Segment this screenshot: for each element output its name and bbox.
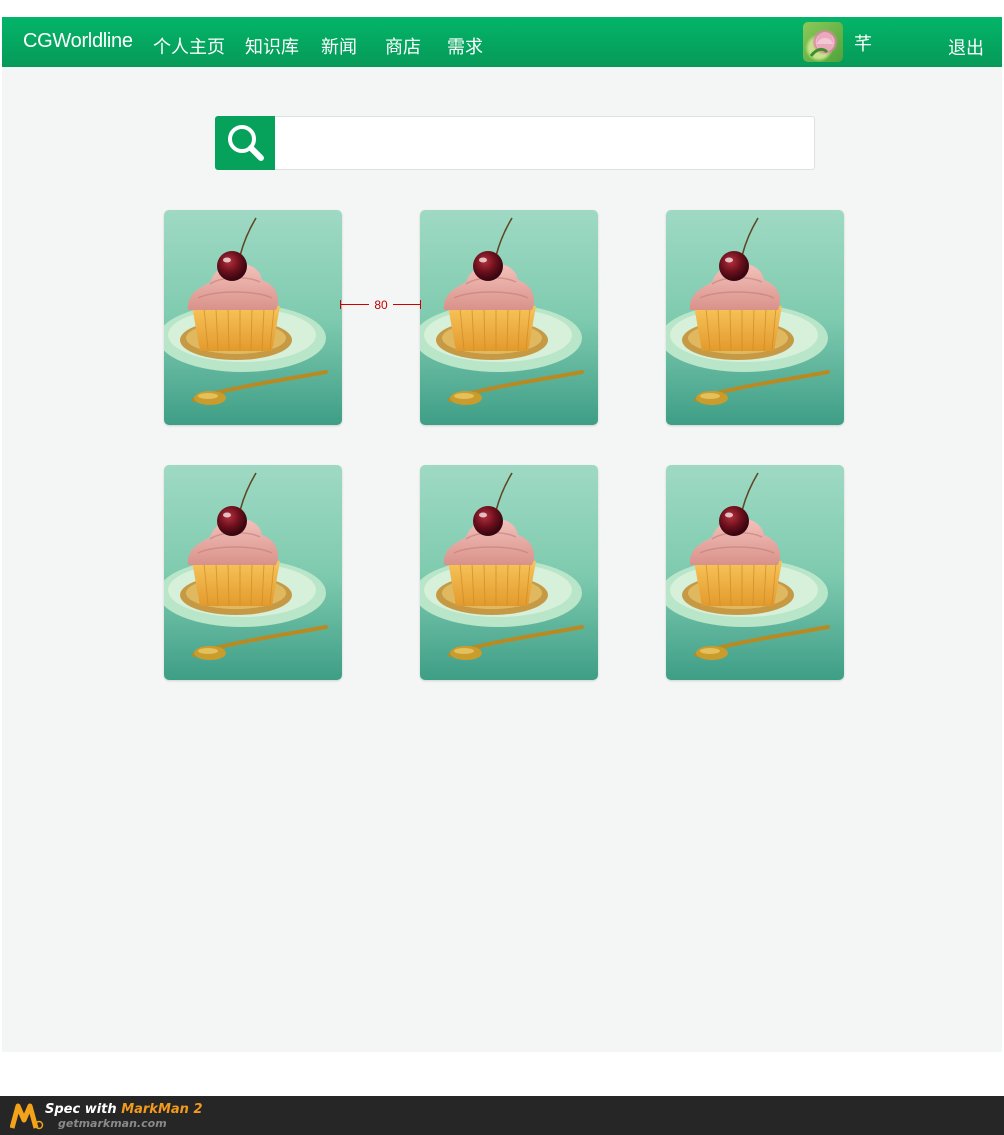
- cupcake-image: [420, 210, 598, 425]
- username[interactable]: 芊: [854, 30, 872, 56]
- markman-tagline[interactable]: Spec with MarkMan 2: [45, 1102, 203, 1117]
- search-button[interactable]: [215, 116, 275, 170]
- nav-item-shop[interactable]: 商店: [385, 33, 421, 59]
- brand-logo[interactable]: CGWorldline: [23, 30, 133, 53]
- logout-link[interactable]: 退出: [948, 34, 984, 60]
- cupcake-image: [420, 465, 598, 680]
- nav-item-requests[interactable]: 需求: [447, 33, 483, 59]
- cupcake-image: [164, 465, 342, 680]
- spacing-annotation: 80: [340, 297, 421, 313]
- spacing-tick-right: [420, 300, 421, 309]
- gallery-item-4[interactable]: [164, 465, 342, 680]
- gallery-item-1[interactable]: [164, 210, 342, 425]
- markman-logo-icon: [10, 1103, 44, 1130]
- gallery-item-5[interactable]: [420, 465, 598, 680]
- spacing-label: 80: [369, 297, 393, 313]
- cupcake-image: [164, 210, 342, 425]
- markman-product-name: MarkMan 2: [121, 1102, 203, 1117]
- markman-footer: Spec with MarkMan 2 getmarkman.com: [0, 1096, 1004, 1135]
- markman-tagline-prefix: Spec with: [45, 1102, 122, 1117]
- gallery-item-6[interactable]: [666, 465, 844, 680]
- cupcake-image: [666, 465, 844, 680]
- main-content: 80: [2, 67, 1002, 1052]
- top-nav-bar: CGWorldline 个人主页 知识库 新闻 商店 需求 芊 退出: [2, 17, 1002, 67]
- spacing-tick-left: [340, 300, 341, 309]
- nav-item-profile[interactable]: 个人主页: [153, 33, 225, 59]
- nav-item-knowledge-base[interactable]: 知识库: [245, 33, 299, 59]
- nav-item-news[interactable]: 新闻: [321, 33, 357, 59]
- markman-url[interactable]: getmarkman.com: [58, 1117, 167, 1130]
- search-input[interactable]: [275, 116, 815, 170]
- avatar-flower-icon[interactable]: [803, 22, 843, 62]
- cupcake-image: [666, 210, 844, 425]
- gallery-item-2[interactable]: [420, 210, 598, 425]
- gallery-item-3[interactable]: [666, 210, 844, 425]
- search-icon: [228, 125, 264, 161]
